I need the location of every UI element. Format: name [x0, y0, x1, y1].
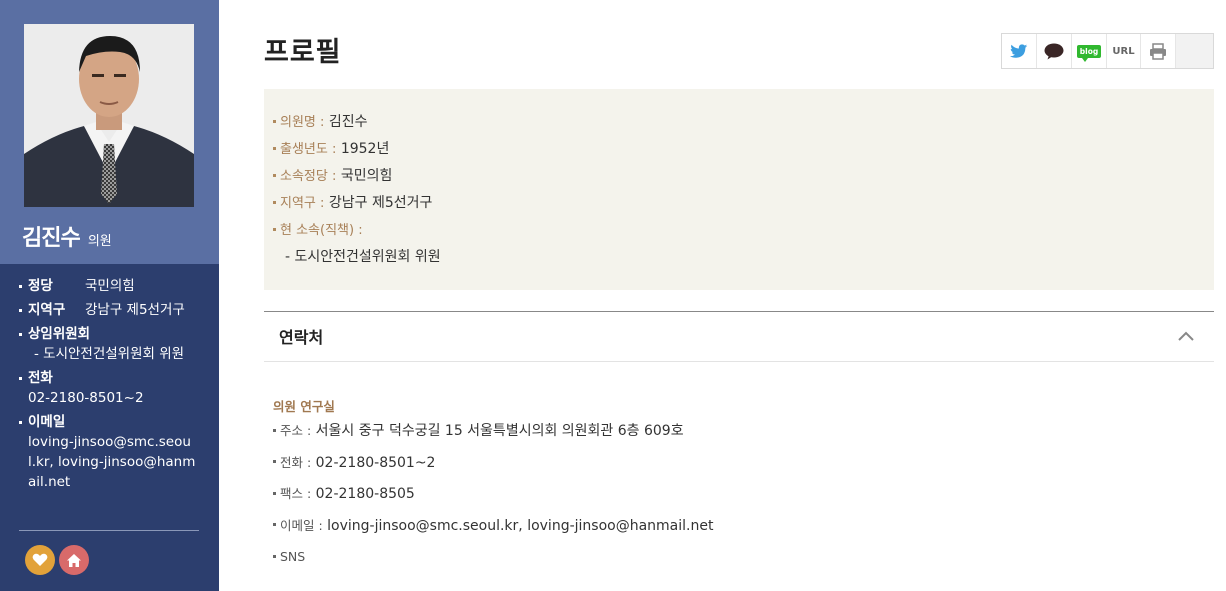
- profile-position-row: 현 소속(직책) :: [273, 217, 1214, 244]
- member-info-list: 정당 국민의힘 지역구 강남구 제5선거구 상임위원회 - 도시안전건설위원회 …: [18, 276, 208, 492]
- phone-label: 전화: [28, 370, 53, 386]
- contact-phone-value: 02-2180-8501~2: [315, 454, 436, 471]
- twitter-icon: [1010, 43, 1028, 58]
- profile-party-value: 국민의힘: [340, 168, 393, 184]
- contact-title: 연락처: [279, 328, 324, 347]
- member-photo: [24, 24, 194, 207]
- page-title: 프로필: [264, 37, 342, 68]
- party-row: 정당 국민의힘: [18, 276, 208, 296]
- address-value: 서울시 중구 덕수궁길 15 서울특별시의회 의원회관 6층 609호: [315, 423, 684, 439]
- printer-icon: [1150, 42, 1166, 60]
- phone-value: 02-2180-8501~2: [28, 390, 144, 406]
- profile-birth-value: 1952년: [340, 141, 390, 157]
- party-value: 국민의힘: [85, 278, 135, 294]
- district-value: 강남구 제5선거구: [85, 302, 185, 318]
- member-name: 김진수: [22, 226, 81, 251]
- share-toolbar-spacer: [1176, 34, 1213, 68]
- sns-row: SNS: [273, 547, 1213, 579]
- profile-position-value: - 도시안전건설위원회 위원: [285, 249, 441, 265]
- heart-icon: [32, 553, 48, 566]
- profile-district-value: 강남구 제5선거구: [328, 195, 433, 211]
- favorite-button[interactable]: [25, 545, 55, 575]
- profile-birth-row: 출생년도 : 1952년: [273, 136, 1214, 163]
- phone-row: 전화: [18, 368, 208, 388]
- party-label: 정당: [28, 278, 53, 294]
- print-button[interactable]: [1141, 34, 1176, 68]
- homepage-button[interactable]: [59, 545, 89, 575]
- profile-party-row: 소속정당 : 국민의힘: [273, 163, 1214, 190]
- committee-value: - 도시안전건설위원회 위원: [34, 346, 185, 362]
- contact-section-header[interactable]: 연락처: [264, 311, 1214, 362]
- blog-label: blog: [1079, 46, 1099, 56]
- email-row: 이메일: [18, 412, 208, 432]
- contact-email-label: 이메일 :: [280, 517, 323, 533]
- profile-summary: 의원명 : 김진수 출생년도 : 1952년 소속정당 : 국민의힘 지역구 :…: [264, 89, 1214, 290]
- speech-bubble-icon: [1044, 43, 1064, 59]
- committee-label: 상임위원회: [28, 326, 91, 342]
- url-label: URL: [1112, 45, 1135, 57]
- chevron-up-icon[interactable]: [1176, 326, 1196, 346]
- home-icon: [67, 553, 81, 567]
- sns-label: SNS: [280, 549, 306, 564]
- profile-birth-label: 출생년도 :: [280, 142, 337, 157]
- twitter-share-button[interactable]: [1002, 34, 1037, 68]
- committee-row: 상임위원회: [18, 324, 208, 344]
- district-row: 지역구 강남구 제5선거구: [18, 300, 208, 320]
- contact-details: 의원 연구실 주소 : 서울시 중구 덕수궁길 15 서울특별시의회 의원회관 …: [273, 396, 1213, 579]
- contact-email-value[interactable]: loving-jinsoo@smc.seoul.kr, loving-jinso…: [327, 518, 713, 534]
- email-label: 이메일: [28, 414, 66, 430]
- fax-label: 팩스 :: [280, 486, 312, 501]
- email-value: loving-jinsoo@smc.seoul.kr, loving-jinso…: [28, 434, 196, 490]
- blog-icon: blog: [1076, 44, 1102, 62]
- profile-name-value: 김진수: [328, 114, 368, 130]
- contact-email-row: 이메일 : loving-jinsoo@smc.seoul.kr, loving…: [273, 516, 1213, 548]
- address-row: 주소 : 서울시 중구 덕수궁길 15 서울특별시의회 의원회관 6층 609호: [273, 421, 1213, 453]
- blog-share-button[interactable]: blog: [1072, 34, 1107, 68]
- profile-party-label: 소속정당 :: [280, 169, 337, 184]
- district-label: 지역구: [28, 302, 66, 318]
- sidebar: 김진수 의원 정당 국민의힘 지역구 강남구 제5선거구 상임위원회 - 도시안…: [0, 0, 219, 591]
- fax-value: 02-2180-8505: [315, 486, 415, 502]
- profile-position-label: 현 소속(직책) :: [280, 223, 363, 238]
- sidebar-divider: [19, 530, 199, 531]
- contact-phone-label: 전화 :: [280, 454, 312, 470]
- profile-district-label: 지역구 :: [280, 196, 325, 211]
- share-toolbar: blog URL: [1001, 33, 1214, 69]
- profile-name-label: 의원명 :: [280, 115, 325, 130]
- url-copy-button[interactable]: URL: [1107, 34, 1141, 68]
- kakao-share-button[interactable]: [1037, 34, 1072, 68]
- fax-row: 팩스 : 02-2180-8505: [273, 484, 1213, 516]
- address-label: 주소 :: [280, 423, 312, 438]
- office-section-label: 의원 연구실: [273, 399, 335, 414]
- contact-phone-row: 전화 : 02-2180-8501~2: [273, 453, 1213, 485]
- member-title: 의원: [87, 234, 112, 249]
- profile-name-row: 의원명 : 김진수: [273, 109, 1214, 136]
- profile-district-row: 지역구 : 강남구 제5선거구: [273, 190, 1214, 217]
- member-name-row: 김진수 의원: [22, 220, 112, 252]
